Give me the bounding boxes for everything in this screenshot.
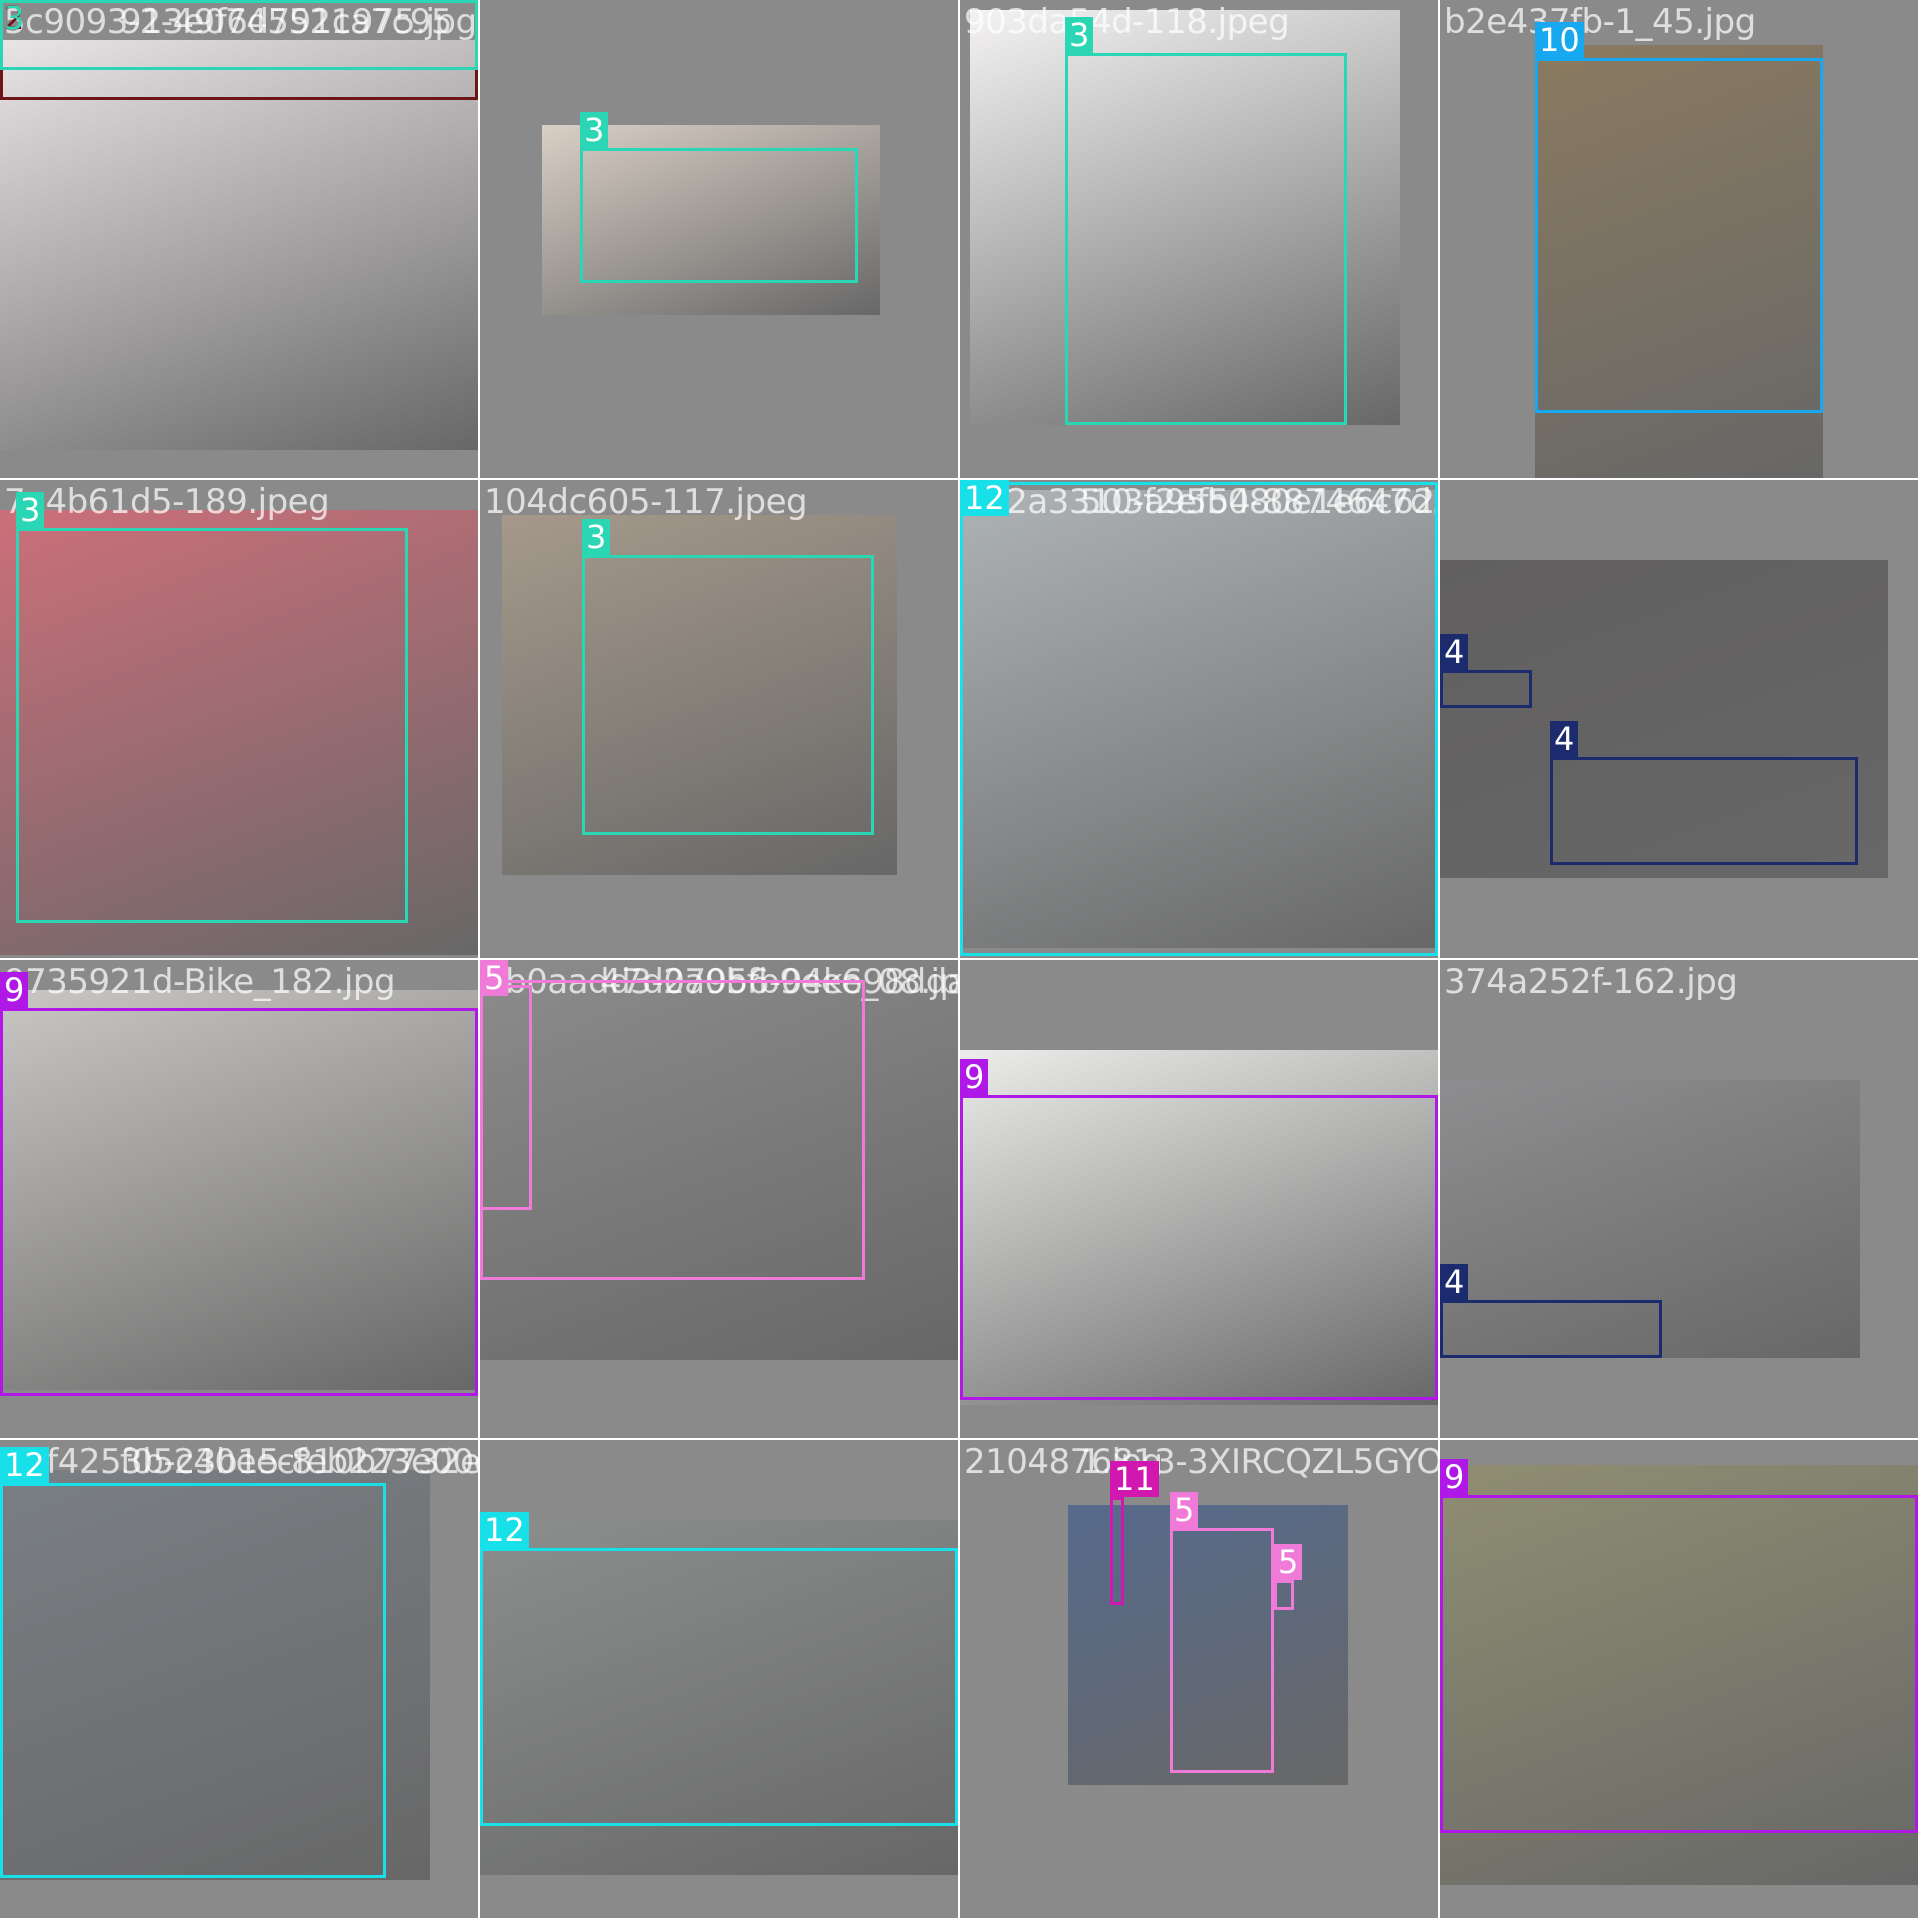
class-id-label: 3 bbox=[16, 492, 45, 528]
mosaic-cell: 2104876813-3XIRCQZL5GYOW1.jpg1155 bbox=[960, 1440, 1438, 1918]
detection-mosaic: 5c9093-2-49f6d791ca7c95 913e0745521975.jp… bbox=[0, 0, 1920, 1920]
bus-photo bbox=[0, 40, 478, 450]
class-id-label: 10 bbox=[1535, 22, 1584, 58]
bounding-box bbox=[1440, 670, 1532, 708]
bounding-box bbox=[960, 482, 1438, 956]
bounding-box bbox=[1110, 1497, 1124, 1605]
mosaic-cell: 903da54d-118.jpeg 3 bbox=[960, 0, 1438, 478]
bounding-box bbox=[580, 148, 858, 283]
image-filename: 374a252f-162.jpg bbox=[1444, 962, 1738, 1002]
class-id-label: 5 bbox=[1274, 1544, 1303, 1580]
class-id-label: 3 bbox=[4, 0, 25, 37]
mosaic-cell: 9 bbox=[960, 960, 1438, 1438]
bounding-box bbox=[480, 1548, 958, 1826]
class-id-label: 12 bbox=[480, 1512, 529, 1548]
bounding-box bbox=[1440, 1495, 1918, 1833]
image-filename: 903da54d-118.jpeg bbox=[964, 2, 1290, 42]
image-filename: 2104876813-3XIRCQZL5GYOW bbox=[964, 1442, 1438, 1482]
mosaic-cell: 9735921d-Bike_182.jpg 9 bbox=[0, 960, 478, 1438]
mosaic-cell: 7a4b61d5-189.jpeg 3 bbox=[0, 480, 478, 958]
mosaic-cell: 12 bbox=[480, 1440, 958, 1918]
class-id-label: 12 bbox=[0, 1447, 49, 1483]
class-id-label: 3 bbox=[1065, 17, 1094, 53]
mosaic-cell: 9 bbox=[1440, 1440, 1918, 1918]
class-id-label: 3 bbox=[582, 519, 611, 555]
mosaic-cell: 5b0aadd3-2a0bfb9ee698dda 47d07956-04ke_08… bbox=[480, 960, 958, 1438]
bounding-box bbox=[480, 980, 865, 1280]
bounding-box bbox=[0, 1008, 478, 1396]
class-id-label: 12 bbox=[960, 480, 1009, 516]
mosaic-cell: 3 bbox=[480, 0, 958, 478]
class-id-label: 9 bbox=[1440, 1459, 1469, 1495]
class-id-label: 4 bbox=[1550, 721, 1579, 757]
class-id-label: 4 bbox=[1440, 634, 1469, 670]
mosaic-cell: 374a252f-162.jpg 4 bbox=[1440, 960, 1918, 1438]
image-filename: b2e437fb-1_45.jpg bbox=[1444, 2, 1756, 42]
image-filename: 9735921d-Bike_182.jpg bbox=[4, 962, 396, 1002]
class-id-label: 9 bbox=[960, 1059, 989, 1095]
class-id-label: 9 bbox=[0, 972, 29, 1008]
bounding-box bbox=[1535, 58, 1823, 413]
mosaic-cell: 5c9093-2-49f6d791ca7c95 913e0745521975.jp… bbox=[0, 0, 478, 478]
mosaic-cell: 44 bbox=[1440, 480, 1918, 958]
image-filename-overlap: f0523b15-810b7732e8345 bbox=[120, 1442, 478, 1482]
class-id-label: 3 bbox=[580, 112, 609, 148]
bounding-box bbox=[960, 1095, 1438, 1400]
bounding-box bbox=[1550, 757, 1858, 865]
class-id-label: 5 bbox=[480, 960, 509, 996]
class-id-label: 11 bbox=[1110, 1461, 1159, 1497]
bounding-box bbox=[582, 555, 874, 835]
image-filename: 7a4b61d5-189.jpeg bbox=[4, 482, 330, 522]
bounding-box bbox=[1170, 1528, 1274, 1773]
class-id-label: 5 bbox=[1170, 1492, 1199, 1528]
bounding-box bbox=[1065, 53, 1347, 425]
bounding-box bbox=[0, 0, 478, 70]
bounding-box bbox=[1440, 1300, 1662, 1358]
mosaic-cell: d82a3310-a95b080e1e6c62 503f2ef54-8874647… bbox=[960, 480, 1438, 958]
bounding-box bbox=[0, 1483, 386, 1878]
class-id-label: 4 bbox=[1440, 1264, 1469, 1300]
mosaic-cell: b2e437fb-1_45.jpg 10 bbox=[1440, 0, 1918, 478]
bounding-box bbox=[16, 528, 408, 923]
mosaic-cell: 104dc605-117.jpeg 3 bbox=[480, 480, 958, 958]
bounding-box bbox=[1274, 1580, 1294, 1610]
image-filename: 104dc605-117.jpeg bbox=[484, 482, 808, 522]
mosaic-cell: 11f4253b-c40eecfeb223e00d f0523b15-810b77… bbox=[0, 1440, 478, 1918]
